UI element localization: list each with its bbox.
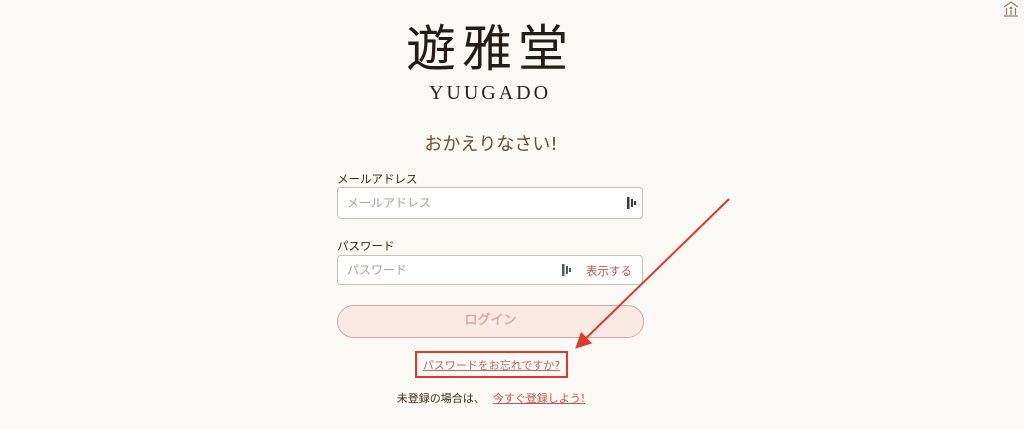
page-title: おかえりなさい! — [424, 134, 558, 155]
email-field-container — [337, 187, 643, 219]
email-field[interactable] — [338, 188, 547, 218]
logo-roman: YUUGADO — [428, 82, 552, 104]
brand-logo[interactable]: 遊雅堂 YUUGADO — [0, 18, 980, 105]
register-link[interactable]: 今すぐ登録しよう! — [493, 392, 585, 405]
show-password-toggle[interactable]: 表示する — [586, 263, 632, 279]
password-field-container: 表示する — [337, 255, 643, 285]
password-label: パスワード — [337, 239, 395, 253]
password-manager-icon[interactable] — [627, 197, 637, 209]
password-manager-icon[interactable] — [562, 264, 572, 276]
password-field[interactable] — [338, 256, 547, 284]
forgot-password-link[interactable]: パスワードをお忘れですか? — [415, 357, 568, 373]
register-row: 未登録の場合は、 今すぐ登録しよう! — [0, 390, 982, 406]
login-button[interactable]: ログイン — [337, 305, 644, 338]
logo-kanji: 遊雅堂 — [406, 20, 574, 78]
accessibility-icon[interactable] — [1002, 0, 1020, 18]
register-prompt: 未登録の場合は、 — [396, 392, 485, 405]
email-label: メールアドレス — [337, 172, 418, 186]
